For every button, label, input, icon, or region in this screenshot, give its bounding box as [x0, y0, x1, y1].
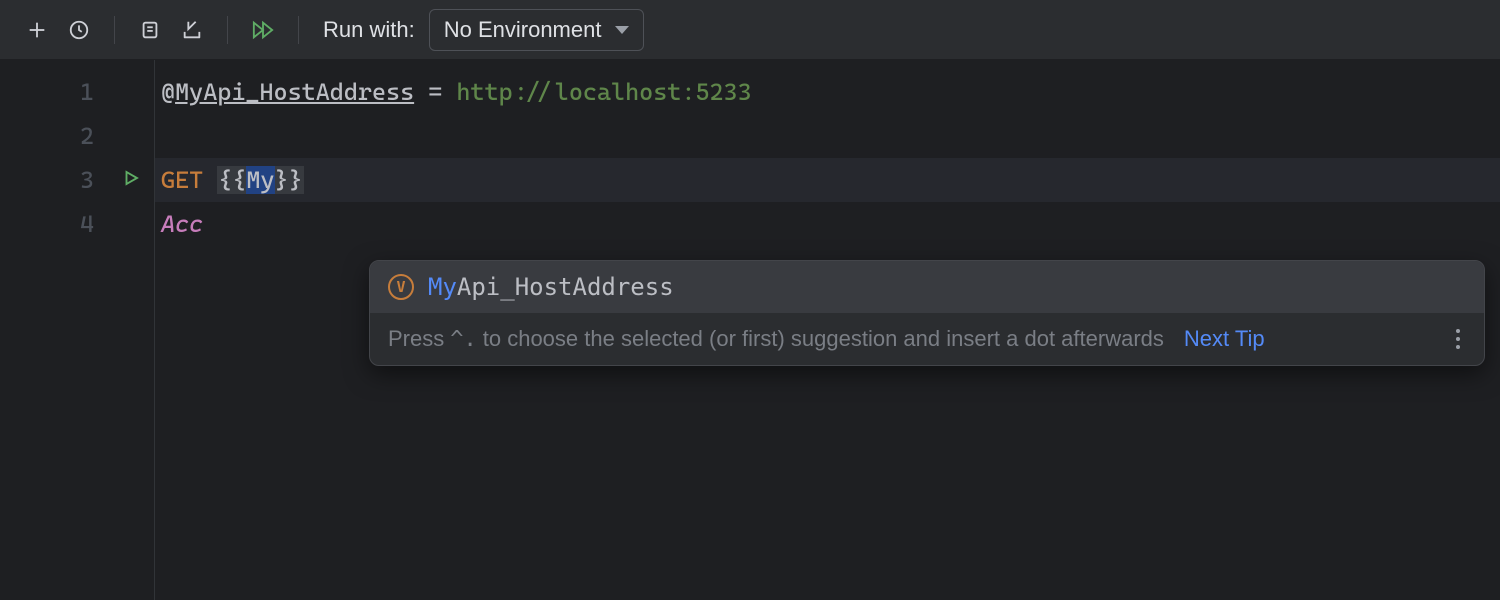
- toolbar-separator: [227, 16, 228, 44]
- code-area[interactable]: @MyApi_HostAddress = http://localhost:52…: [155, 60, 1500, 600]
- url-value: http://localhost:5233: [456, 78, 751, 106]
- suggestion-match: My: [428, 273, 457, 301]
- gutter-row: 3: [0, 158, 154, 202]
- line-number: 2: [80, 122, 94, 150]
- at-token: @: [161, 78, 175, 106]
- variable-badge-icon: V: [388, 274, 414, 300]
- run-line-icon[interactable]: [122, 169, 140, 191]
- autocomplete-footer: Press ^. to choose the selected (or firs…: [370, 313, 1484, 365]
- tip-prefix: Press: [388, 326, 444, 352]
- structure-icon[interactable]: [131, 11, 169, 49]
- gutter-row: 4: [0, 202, 154, 246]
- autocomplete-item[interactable]: V MyApi_HostAddress: [370, 261, 1484, 313]
- header-name: Acc: [161, 210, 203, 238]
- next-tip-link[interactable]: Next Tip: [1184, 326, 1265, 352]
- environment-value: No Environment: [444, 17, 602, 43]
- chevron-down-icon: [615, 26, 629, 34]
- tip-key: ^.: [450, 327, 477, 352]
- more-options-icon[interactable]: [1450, 323, 1466, 355]
- equals-token: =: [414, 78, 456, 106]
- line-number: 1: [80, 78, 94, 106]
- variable-name: MyApi_HostAddress: [175, 78, 414, 106]
- autocomplete-popup: V MyApi_HostAddress Press ^. to choose t…: [369, 260, 1485, 366]
- import-icon[interactable]: [173, 11, 211, 49]
- gutter-row: 2: [0, 114, 154, 158]
- run-with-label: Run with:: [323, 17, 415, 43]
- gutter-row: 1: [0, 70, 154, 114]
- line-number: 4: [80, 210, 94, 238]
- environment-dropdown[interactable]: No Environment: [429, 9, 645, 51]
- close-braces: }}: [275, 166, 303, 194]
- toolbar-separator: [298, 16, 299, 44]
- run-all-icon[interactable]: [244, 11, 282, 49]
- editor: 1 2 3 4 @MyApi_HostAddress = http://loca…: [0, 60, 1500, 600]
- toolbar-separator: [114, 16, 115, 44]
- code-line-active[interactable]: GET {{My}}: [155, 158, 1500, 202]
- line-number: 3: [80, 166, 94, 194]
- code-line[interactable]: @MyApi_HostAddress = http://localhost:52…: [155, 70, 1500, 114]
- add-icon[interactable]: [18, 11, 56, 49]
- code-line[interactable]: Acc: [155, 202, 1500, 246]
- tip-suffix: to choose the selected (or first) sugges…: [483, 326, 1164, 352]
- suggestion-rest: Api_HostAddress: [457, 273, 674, 301]
- toolbar: Run with: No Environment: [0, 0, 1500, 60]
- history-icon[interactable]: [60, 11, 98, 49]
- http-method: GET: [161, 166, 217, 194]
- gutter: 1 2 3 4: [0, 60, 155, 600]
- code-line[interactable]: [155, 114, 1500, 158]
- open-braces: {{: [218, 166, 246, 194]
- typed-text: My: [246, 166, 274, 194]
